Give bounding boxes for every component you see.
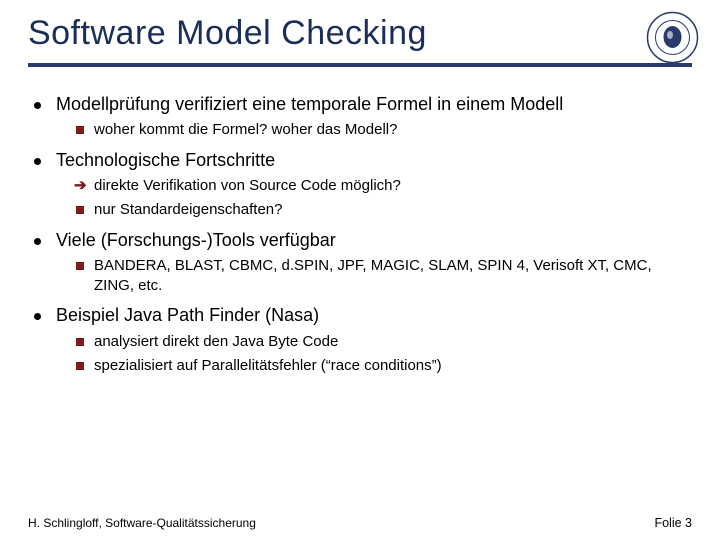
list-item: Beispiel Java Path Finder (Nasa) analysi… [32, 304, 692, 376]
bullet-text: Beispiel Java Path Finder (Nasa) [56, 305, 319, 325]
sub-list: analysiert direkt den Java Byte Code spe… [76, 332, 692, 377]
bullet-text: Viele (Forschungs-)Tools verfügbar [56, 230, 336, 250]
bullet-list: Modellprüfung verifiziert eine temporale… [32, 93, 692, 376]
sub-item: woher kommt die Formel? woher das Modell… [76, 120, 692, 140]
title-rule [28, 63, 692, 67]
list-item: Viele (Forschungs-)Tools verfügbar BANDE… [32, 229, 692, 297]
sub-item: direkte Verifikation von Source Code mög… [76, 176, 692, 196]
sub-list: BANDERA, BLAST, CBMC, d.SPIN, JPF, MAGIC… [76, 256, 692, 297]
sub-item: BANDERA, BLAST, CBMC, d.SPIN, JPF, MAGIC… [76, 256, 692, 297]
university-seal-icon [645, 10, 700, 65]
sub-item: analysiert direkt den Java Byte Code [76, 332, 692, 352]
sub-item: spezialisiert auf Parallelitätsfehler (“… [76, 356, 692, 376]
list-item: Modellprüfung verifiziert eine temporale… [32, 93, 692, 141]
bullet-text: Modellprüfung verifiziert eine temporale… [56, 94, 563, 114]
footer-page: Folie 3 [654, 516, 692, 530]
sub-list: direkte Verifikation von Source Code mög… [76, 176, 692, 221]
bullet-text: Technologische Fortschritte [56, 150, 275, 170]
sub-item: nur Standardeigenschaften? [76, 200, 692, 220]
footer-author: H. Schlingloff, Software-Qualitätssicher… [28, 516, 256, 530]
list-item: Technologische Fortschritte direkte Veri… [32, 149, 692, 221]
slide-title: Software Model Checking [28, 14, 692, 53]
sub-list: woher kommt die Formel? woher das Modell… [76, 120, 692, 140]
